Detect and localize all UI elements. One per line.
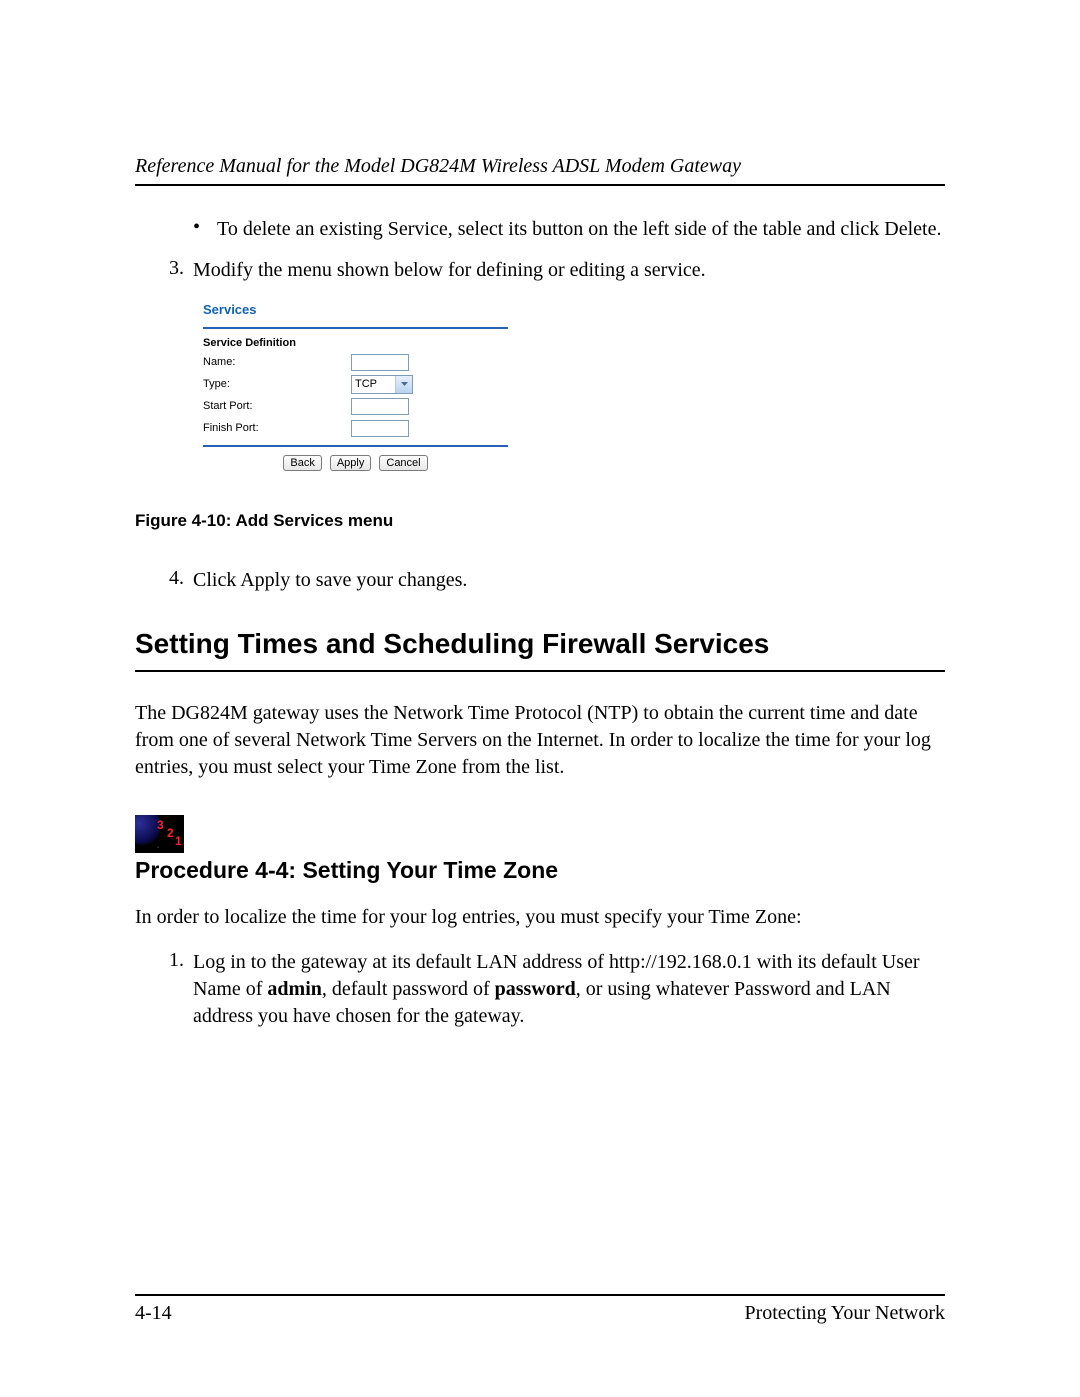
type-select-value: TCP — [352, 378, 395, 390]
start-port-input[interactable] — [351, 398, 409, 415]
page-header-title: Reference Manual for the Model DG824M Wi… — [135, 155, 945, 186]
panel-divider-bottom — [203, 445, 508, 447]
chevron-down-icon — [395, 376, 412, 393]
services-panel-title: Services — [193, 298, 518, 327]
step-4-number: 4. — [169, 567, 193, 594]
panel-divider-top — [203, 327, 508, 329]
step-3-text: Modify the menu shown below for defining… — [193, 257, 945, 284]
timezone-intro: In order to localize the time for your l… — [135, 904, 945, 931]
name-input[interactable] — [351, 354, 409, 371]
procedure-heading: Procedure 4-4: Setting Your Time Zone — [135, 857, 945, 884]
proc-step-1-text: Log in to the gateway at its default LAN… — [193, 949, 945, 1030]
apply-button[interactable]: Apply — [330, 455, 372, 471]
figure-caption: Figure 4-10: Add Services menu — [135, 511, 945, 531]
finish-port-label: Finish Port: — [203, 422, 351, 434]
ntp-paragraph: The DG824M gateway uses the Network Time… — [135, 700, 945, 781]
proc-step-1-number: 1. — [169, 949, 193, 1030]
bullet-delete-service: To delete an existing Service, select it… — [217, 216, 945, 243]
step-4-text: Click Apply to save your changes. — [193, 567, 945, 594]
bullet-mark: • — [193, 216, 217, 243]
proc1-part-c: , default password of — [322, 978, 495, 1000]
type-label: Type: — [203, 378, 351, 390]
proc1-password: password — [495, 978, 576, 1000]
cancel-button[interactable]: Cancel — [379, 455, 427, 471]
type-select[interactable]: TCP — [351, 375, 413, 394]
proc1-admin: admin — [267, 978, 321, 1000]
finish-port-input[interactable] — [351, 420, 409, 437]
countdown-icon: · · · 3 2 1 — [135, 815, 184, 853]
section-name-footer: Protecting Your Network — [744, 1302, 945, 1325]
start-port-label: Start Port: — [203, 400, 351, 412]
back-button[interactable]: Back — [283, 455, 321, 471]
service-definition-label: Service Definition — [193, 337, 518, 351]
name-label: Name: — [203, 356, 351, 368]
services-panel: Services Service Definition Name: Type: … — [193, 298, 518, 475]
page-number: 4-14 — [135, 1302, 172, 1325]
step-3-number: 3. — [169, 257, 193, 284]
section-heading-firewall: Setting Times and Scheduling Firewall Se… — [135, 628, 945, 672]
